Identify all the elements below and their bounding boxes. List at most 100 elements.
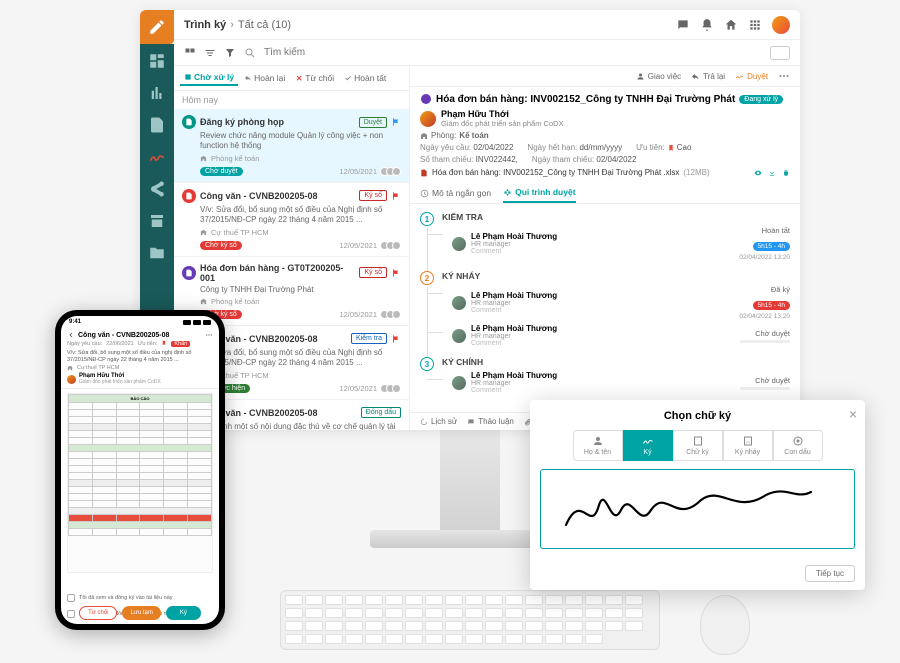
step-name: KIỂM TRA — [442, 212, 790, 222]
sig-tab-initial[interactable]: Ký nháy — [723, 430, 773, 461]
delete-icon[interactable] — [782, 169, 790, 177]
workflow-step: 1 KIỂM TRA Lê Phạm Hoài Thương HR manage… — [420, 212, 790, 261]
workflow-person: Lê Phạm Hoài Thương HR manager Comment Đ… — [442, 285, 790, 320]
step-number: 3 — [420, 357, 434, 371]
doc-type-icon — [182, 115, 196, 129]
folder-icon[interactable] — [148, 244, 166, 262]
person-avatar — [452, 329, 466, 343]
history-tab[interactable]: Lịch sử — [420, 417, 457, 426]
item-dept: Cự thuế TP HCM — [200, 371, 401, 380]
approve-action[interactable]: Duyệt — [735, 70, 768, 82]
owner-avatar — [420, 111, 436, 127]
back-icon[interactable] — [67, 331, 75, 339]
step-number: 1 — [420, 212, 434, 226]
more-icon[interactable] — [778, 70, 790, 82]
item-desc: Quy định một số nội dung đặc thù về cơ c… — [200, 422, 401, 430]
ref-row: Số tham chiếu: INV022442, Ngày tham chiế… — [420, 155, 790, 164]
person-name: Lê Phạm Hoài Thương — [471, 291, 557, 300]
search-input[interactable] — [264, 47, 762, 58]
list-item[interactable]: Công văn - CVNB200205-08 Ký số V/v: Sửa … — [174, 183, 409, 257]
sort-icon[interactable] — [204, 47, 216, 59]
share-icon[interactable] — [148, 180, 166, 198]
person-comment: Comment — [471, 307, 557, 314]
item-title: Hóa đơn bán hàng - GT0T200205-001 — [200, 263, 355, 283]
confirm-checkbox[interactable] — [67, 594, 75, 602]
item-dept: Cự thuế TP HCM — [200, 228, 401, 237]
sig-tab-main[interactable]: Chữ ký — [673, 430, 723, 461]
view-toggle-icon[interactable] — [184, 47, 196, 59]
keyboard — [280, 590, 660, 650]
item-desc: V/v: Sửa đổi, bổ sung một số điều của Ng… — [200, 348, 401, 369]
signature-canvas[interactable] — [540, 469, 855, 549]
docs-icon[interactable] — [148, 116, 166, 134]
item-chip: Chờ ký số — [200, 241, 242, 250]
item-chip: Chờ duyệt — [200, 167, 243, 176]
tab-returned[interactable]: Hoàn lại — [240, 70, 289, 86]
signature-modal: × Chọn chữ ký Họ & tên Ký Chữ ký Ký nháy… — [530, 400, 865, 590]
user-avatar[interactable] — [772, 16, 790, 34]
item-title: Đăng ký phòng họp — [200, 117, 355, 127]
modal-title: Chọn chữ ký — [540, 410, 855, 422]
phone-statusbar: 9:41 — [61, 316, 219, 328]
download-icon[interactable] — [768, 169, 776, 177]
person-state: Chờ duyệt — [740, 329, 790, 338]
save-button[interactable]: Lưu tạm — [122, 606, 160, 620]
sig-tab-name[interactable]: Họ & tên — [573, 430, 623, 461]
doc-type-icon — [182, 266, 196, 280]
view-pill[interactable] — [770, 46, 790, 60]
chat-icon[interactable] — [676, 18, 690, 32]
close-icon[interactable]: × — [849, 406, 857, 422]
item-dept: Phòng kế toán — [200, 297, 401, 306]
list-item[interactable]: Đăng ký phòng họp Duyệt Review chức năng… — [174, 109, 409, 183]
tab-pending[interactable]: Chờ xử lý — [180, 70, 238, 86]
phone-more-icon[interactable] — [205, 331, 213, 339]
reject-button[interactable]: Từ chối — [79, 606, 117, 620]
item-badge: Kiểm tra — [351, 333, 387, 344]
return-action[interactable]: Trả lại — [691, 70, 725, 82]
assign-action[interactable]: Giao việc — [636, 70, 681, 82]
sign-button[interactable]: Ký — [166, 606, 201, 620]
item-date: 12/05/2021 — [339, 310, 377, 319]
archive-icon[interactable] — [148, 212, 166, 230]
person-state: Hoàn tất — [739, 226, 790, 235]
tab-workflow[interactable]: Qui trình duyệt — [503, 187, 575, 203]
dept-row: Phòng: Kế toán — [420, 131, 790, 140]
tab-done[interactable]: Hoàn tất — [340, 70, 390, 86]
day-label: Hôm nay — [174, 91, 409, 109]
discuss-tab[interactable]: Thảo luận — [467, 417, 514, 426]
tab-rejected[interactable]: Từ chối — [291, 70, 338, 86]
phone-device: 9:41 Công văn - CVNB200205-08 Ngày yêu c… — [55, 310, 225, 630]
phone-title: Công văn - CVNB200205-08 — [78, 332, 169, 339]
preview-icon[interactable] — [754, 169, 762, 177]
status-pill: Đang xử lý — [739, 95, 783, 104]
flag-icon — [391, 334, 401, 344]
filter-icon[interactable] — [224, 47, 236, 59]
step-number: 2 — [420, 271, 434, 285]
app-logo[interactable] — [140, 10, 174, 44]
next-button[interactable]: Tiếp tục — [805, 565, 855, 582]
desktop-app: Trình ký›Tất cả (10) Chờ xử lý Hoàn lại … — [140, 10, 800, 430]
detail-panel: Giao việc Trả lại Duyệt Hóa đơn bán hàng… — [410, 66, 800, 430]
workflow-step: 2 KÝ NHÁY Lê Phạm Hoài Thương HR manager… — [420, 271, 790, 347]
signature-icon[interactable] — [148, 148, 166, 166]
dashboard-icon[interactable] — [148, 52, 166, 70]
phone-document-preview[interactable]: BÁO CÁO — [67, 393, 213, 573]
sig-tab-sign[interactable]: Ký — [623, 430, 673, 461]
state-pill: 5h15 - 4h — [753, 301, 790, 310]
step-name: KÝ NHÁY — [442, 271, 790, 281]
sig-tabs: Họ & tên Ký Chữ ký Ký nháy Con dấu — [540, 430, 855, 461]
apps-icon[interactable] — [748, 18, 762, 32]
item-date: 12/05/2021 — [339, 241, 377, 250]
item-badge: Đóng dấu — [361, 407, 401, 418]
chart-icon[interactable] — [148, 84, 166, 102]
phone-head: Công văn - CVNB200205-08 Ngày yêu cầu:22… — [61, 328, 219, 389]
tab-desc[interactable]: Mô tả ngắn gọn — [420, 187, 491, 203]
home-icon[interactable] — [724, 18, 738, 32]
workflow-person: Lê Phạm Hoài Thương HR manager Comment H… — [442, 226, 790, 261]
item-dept: Phòng kế toán — [200, 154, 401, 163]
attachment-row[interactable]: Hóa đơn bán hàng: INV002152_Công ty TNHH… — [420, 168, 790, 177]
sig-tab-stamp[interactable]: Con dấu — [773, 430, 823, 461]
bell-icon[interactable] — [700, 18, 714, 32]
person-name: Lê Phạm Hoài Thương — [471, 371, 557, 380]
person-state: Chờ duyệt — [740, 376, 790, 385]
